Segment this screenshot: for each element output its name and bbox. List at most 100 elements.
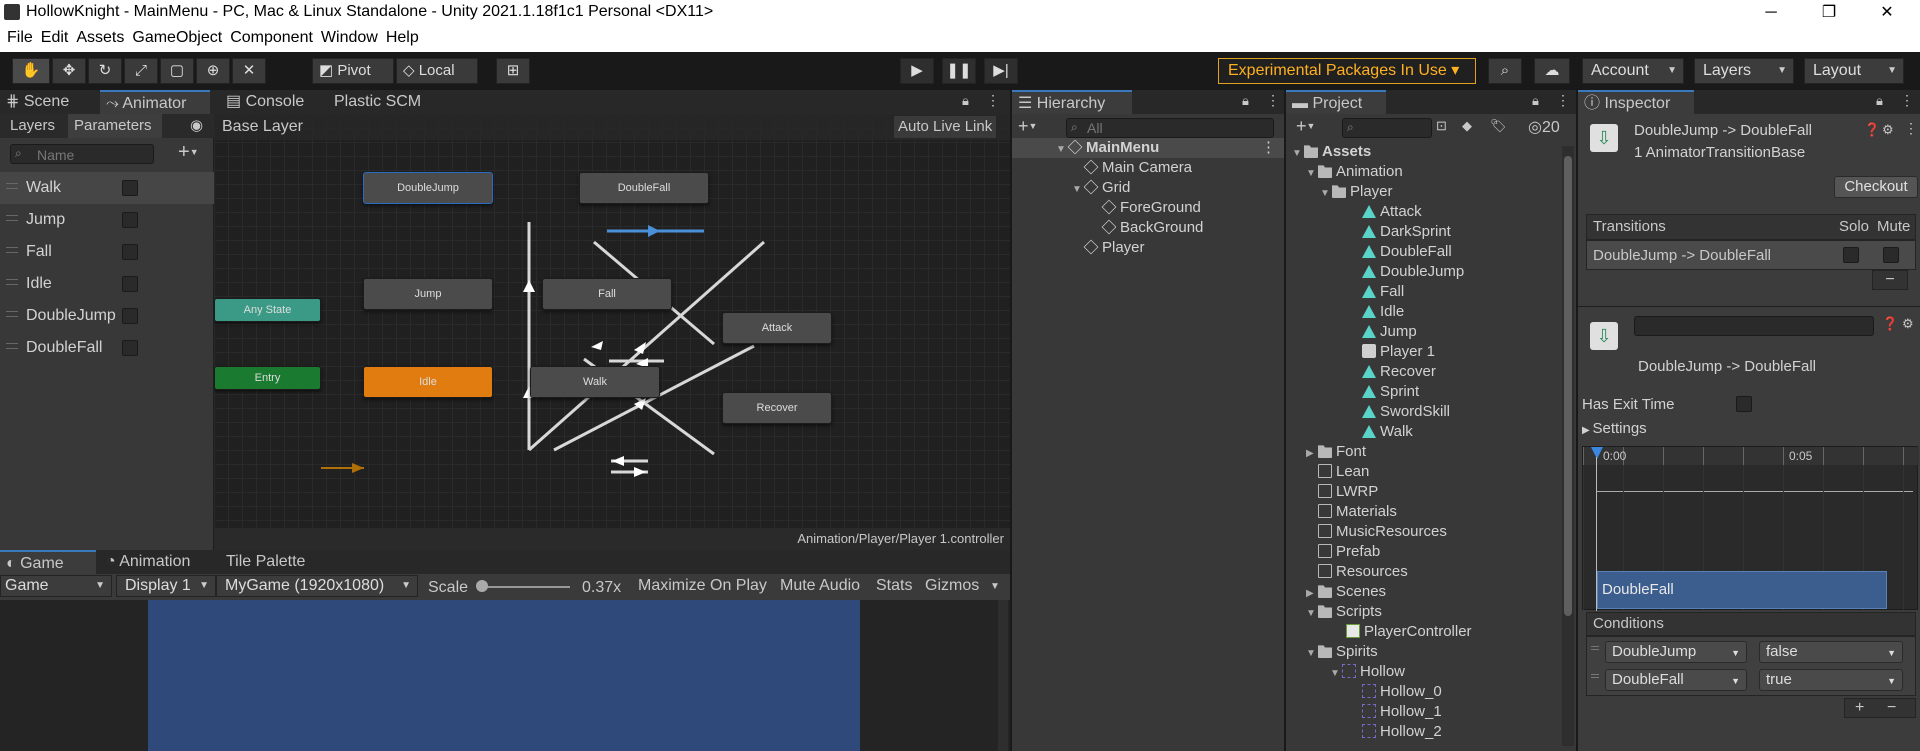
animator-graph[interactable]: Base Layer Auto Live Link DoubleJump Dou… bbox=[214, 114, 1010, 550]
hierarchy-more-icon[interactable]: ⋮ bbox=[1266, 92, 1280, 109]
menu-file[interactable]: File bbox=[3, 26, 37, 47]
condition-value-dropdown[interactable]: true bbox=[1759, 669, 1903, 691]
project-item-prefab[interactable]: Prefab bbox=[1318, 542, 1380, 562]
project-item-resources[interactable]: Resources bbox=[1318, 562, 1408, 582]
project-item-scenes[interactable]: ▶ Scenes bbox=[1306, 582, 1386, 602]
help-icon[interactable]: ❓ bbox=[1864, 122, 1880, 138]
settings-foldout[interactable]: ▶ Settings bbox=[1582, 420, 1647, 437]
tab-inspector[interactable]: ⓘ Inspector bbox=[1578, 90, 1694, 114]
pause-button[interactable]: ❚❚ bbox=[942, 58, 976, 84]
custom-tool-icon[interactable]: ✕ bbox=[232, 58, 266, 84]
project-item-attack[interactable]: Attack bbox=[1362, 202, 1422, 222]
cloud-icon[interactable]: ☁ bbox=[1534, 58, 1570, 84]
param-row[interactable]: Fall bbox=[0, 236, 214, 268]
maximize-button[interactable]: ❐ bbox=[1806, 0, 1852, 26]
project-item-musicresources[interactable]: MusicResources bbox=[1318, 522, 1447, 542]
project-item-fall[interactable]: Fall bbox=[1362, 282, 1404, 302]
project-item-hollow-0[interactable]: Hollow_0 bbox=[1362, 682, 1442, 702]
display-dropdown[interactable]: Display 1 bbox=[116, 575, 216, 597]
param-jump-checkbox[interactable] bbox=[122, 212, 138, 228]
state-walk[interactable]: Walk bbox=[530, 366, 660, 398]
project-item-font[interactable]: ▶ Font bbox=[1306, 442, 1366, 462]
condition-param-dropdown[interactable]: DoubleFall bbox=[1605, 669, 1747, 691]
rect-tool-icon[interactable]: ▢ bbox=[160, 58, 194, 84]
tab-console[interactable]: ▤ Console bbox=[220, 90, 320, 114]
eye-icon[interactable]: ◉ bbox=[190, 116, 203, 134]
project-item-lwrp[interactable]: LWRP bbox=[1318, 482, 1378, 502]
state-any-state[interactable]: Any State bbox=[214, 298, 321, 322]
menu-assets[interactable]: Assets bbox=[72, 26, 128, 47]
has-exit-time-checkbox[interactable] bbox=[1736, 396, 1752, 412]
menu-gameobject[interactable]: GameObject bbox=[128, 26, 226, 47]
menu-window[interactable]: Window bbox=[317, 26, 382, 47]
game-view[interactable] bbox=[0, 600, 1010, 751]
tab-game[interactable]: ◐ Game bbox=[0, 550, 96, 574]
hand-tool-icon[interactable]: ✋ bbox=[12, 58, 50, 84]
param-row[interactable]: DoubleFall bbox=[0, 332, 214, 364]
scale-slider-track[interactable] bbox=[480, 586, 570, 588]
state-idle[interactable]: Idle bbox=[363, 366, 493, 398]
project-item-materials[interactable]: Materials bbox=[1318, 502, 1397, 522]
hierarchy-item-foreground[interactable]: ForeGround bbox=[1101, 198, 1201, 218]
layers-subtab[interactable]: Layers bbox=[0, 114, 66, 138]
lock-icon[interactable]: 🔒︎ bbox=[962, 93, 969, 109]
hierarchy-lock-icon[interactable]: 🔒︎ bbox=[1242, 93, 1249, 109]
transition-help-icon[interactable]: ❓ bbox=[1882, 316, 1898, 332]
menu-help[interactable]: Help bbox=[382, 26, 423, 47]
remove-condition-button[interactable]: − bbox=[1887, 699, 1896, 717]
hierarchy-search-input[interactable]: ⌕ All bbox=[1066, 118, 1274, 138]
tab-scene[interactable]: ⋕ Scene bbox=[0, 90, 100, 114]
gizmos-toggle[interactable]: Gizmos bbox=[925, 577, 979, 595]
project-add-button[interactable]: +▼ bbox=[1296, 116, 1315, 137]
play-button[interactable]: ▶ bbox=[900, 58, 934, 84]
project-scrollbar[interactable] bbox=[1562, 146, 1574, 746]
inspector-lock-icon[interactable]: 🔒︎ bbox=[1876, 93, 1883, 109]
project-item-jump[interactable]: Jump bbox=[1362, 322, 1417, 342]
project-item-sprint[interactable]: Sprint bbox=[1362, 382, 1419, 402]
state-doublefall[interactable]: DoubleFall bbox=[579, 172, 709, 204]
clip-bar-doublefall[interactable]: DoubleFall bbox=[1597, 571, 1887, 609]
condition-value-dropdown[interactable]: false bbox=[1759, 641, 1903, 663]
transition-timeline[interactable]: 0:00 0:05 DoubleFall bbox=[1582, 446, 1919, 611]
project-item-playercontroller[interactable]: PlayerController bbox=[1346, 622, 1472, 642]
search-by-type-icon[interactable]: ⊡ bbox=[1436, 118, 1447, 134]
hierarchy-item-background[interactable]: BackGround bbox=[1101, 218, 1203, 238]
state-doublejump[interactable]: DoubleJump bbox=[363, 172, 493, 204]
project-item-darksprint[interactable]: DarkSprint bbox=[1362, 222, 1451, 242]
add-condition-button[interactable]: + bbox=[1855, 699, 1864, 717]
game-scrollbar[interactable] bbox=[998, 600, 1008, 751]
project-item-scripts[interactable]: ▼ Scripts bbox=[1306, 602, 1382, 622]
checkout-button[interactable]: Checkout bbox=[1834, 176, 1918, 198]
param-search-input[interactable]: ⌕ Name bbox=[10, 144, 154, 164]
project-item-lean[interactable]: Lean bbox=[1318, 462, 1369, 482]
hierarchy-add-button[interactable]: +▼ bbox=[1018, 116, 1037, 137]
transition-settings-icon[interactable]: ⚙ bbox=[1902, 316, 1914, 332]
project-item-doublejump[interactable]: DoubleJump bbox=[1362, 262, 1464, 282]
account-dropdown[interactable]: Account bbox=[1582, 58, 1684, 84]
state-attack[interactable]: Attack bbox=[722, 312, 832, 344]
hierarchy-item-player[interactable]: Player bbox=[1083, 238, 1145, 258]
mute-checkbox[interactable] bbox=[1883, 247, 1899, 263]
scene-more-icon[interactable]: ⋮ bbox=[1261, 138, 1276, 158]
tab-project[interactable]: ▬ Project bbox=[1286, 90, 1386, 114]
param-fall-checkbox[interactable] bbox=[122, 244, 138, 260]
step-button[interactable]: ▶| bbox=[984, 58, 1018, 84]
condition-grip-icon[interactable] bbox=[1591, 674, 1599, 678]
more-options-icon[interactable]: ⋮ bbox=[986, 92, 1000, 109]
menu-edit[interactable]: Edit bbox=[37, 26, 73, 47]
param-doublefall-checkbox[interactable] bbox=[122, 340, 138, 356]
gizmos-chevron-down-icon[interactable]: ▼ bbox=[990, 581, 1000, 592]
maximize-on-play-toggle[interactable]: Maximize On Play bbox=[638, 577, 767, 595]
remove-transition-button[interactable]: − bbox=[1872, 270, 1908, 290]
project-item-hollow-1[interactable]: Hollow_1 bbox=[1362, 702, 1442, 722]
pivot-toggle[interactable]: ◩ Pivot bbox=[312, 58, 394, 84]
state-recover[interactable]: Recover bbox=[722, 392, 832, 424]
tab-hierarchy[interactable]: ☰ Hierarchy bbox=[1012, 90, 1132, 114]
move-tool-icon[interactable]: ✥ bbox=[52, 58, 86, 84]
param-row[interactable]: Jump bbox=[0, 204, 214, 236]
minimize-button[interactable]: ─ bbox=[1748, 0, 1794, 26]
mute-audio-toggle[interactable]: Mute Audio bbox=[780, 577, 860, 595]
project-lock-icon[interactable]: 🔒︎ bbox=[1532, 93, 1539, 109]
experimental-packages-button[interactable]: Experimental Packages In Use ▾ bbox=[1218, 58, 1476, 84]
hierarchy-item-mainmenu[interactable]: ▼ MainMenu ⋮ bbox=[1012, 138, 1284, 158]
